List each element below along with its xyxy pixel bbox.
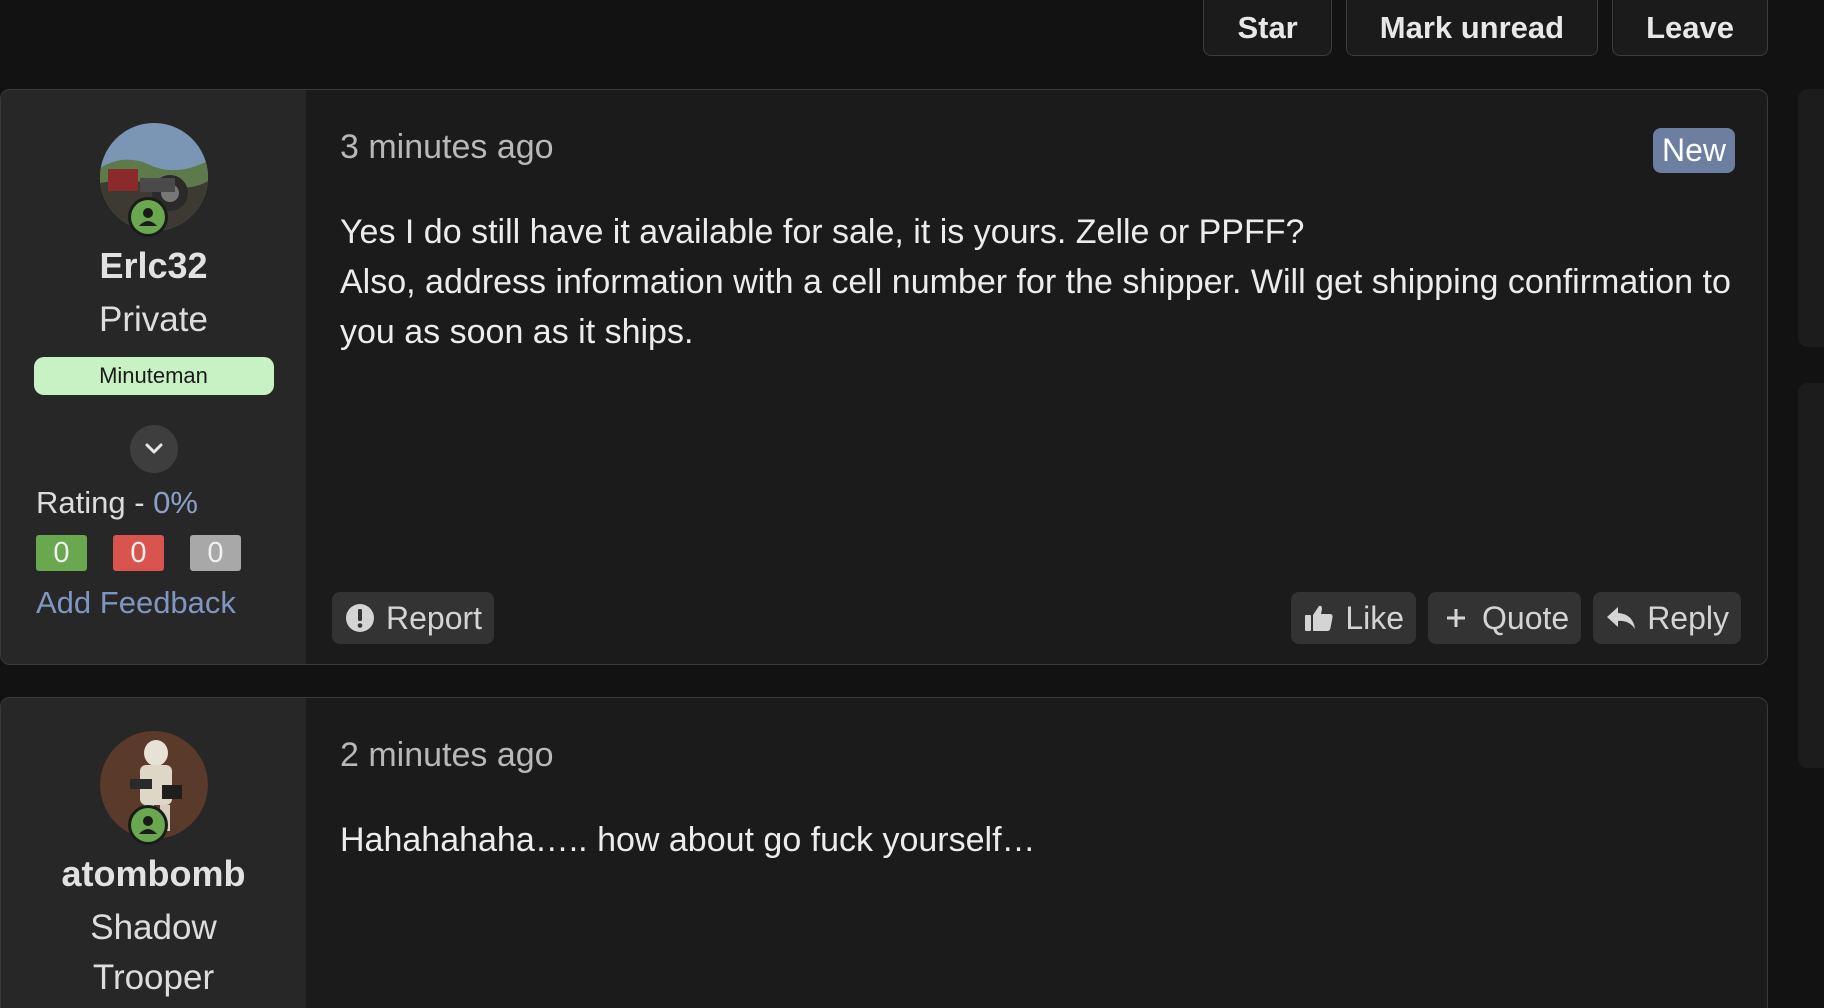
negative-feedback-count[interactable]: 0	[113, 535, 164, 571]
avatar-wrapper	[99, 731, 208, 845]
reply-button[interactable]: Reply	[1593, 592, 1741, 644]
side-panel-edge	[1798, 383, 1824, 768]
post: atombomb Shadow Trooper 2 minutes ago Ha…	[0, 697, 1768, 1008]
user-title: Private	[99, 300, 208, 339]
post: Erlc32 Private Minuteman Rating - 0% 0 0…	[0, 89, 1768, 665]
post-actions-right: Like Quote Reply	[1291, 592, 1741, 644]
expand-user-info-button[interactable]	[129, 425, 178, 473]
post-actions: Report Like Quote Reply	[332, 592, 1741, 644]
chevron-down-icon	[145, 443, 162, 454]
rating-label: Rating -	[36, 485, 154, 520]
post-timestamp[interactable]: 3 minutes ago	[340, 128, 1733, 167]
user-info: Erlc32 Private Minuteman Rating - 0% 0 0…	[1, 90, 306, 664]
star-button[interactable]: Star	[1203, 0, 1332, 56]
side-panel-edge	[1798, 89, 1824, 347]
post-body: Yes I do still have it available for sal…	[340, 207, 1733, 357]
reply-arrow-icon	[1607, 607, 1636, 629]
like-label: Like	[1345, 599, 1405, 636]
rating-block: Rating - 0% 0 0 0 Add Feedback	[36, 485, 241, 621]
report-button[interactable]: Report	[332, 592, 495, 644]
add-feedback-link[interactable]: Add Feedback	[36, 585, 241, 621]
post-body-line: Hahahahaha….. how about go fuck yourself…	[340, 821, 1036, 859]
mark-unread-button[interactable]: Mark unread	[1345, 0, 1599, 56]
user-online-icon	[127, 197, 168, 237]
rating-value: 0%	[153, 485, 198, 520]
user-info: atombomb Shadow Trooper	[1, 698, 306, 1008]
quote-label: Quote	[1482, 599, 1570, 636]
post-timestamp[interactable]: 2 minutes ago	[340, 736, 1733, 775]
report-label: Report	[386, 599, 483, 636]
thumbs-up-icon	[1305, 605, 1333, 631]
post-body-line: Yes I do still have it available for sal…	[340, 213, 1305, 251]
post-body: Hahahahaha….. how about go fuck yourself…	[340, 815, 1733, 865]
feedback-counts: 0 0 0	[36, 535, 241, 571]
plus-icon	[1447, 609, 1466, 627]
post-body-line: Also, address information with a cell nu…	[340, 263, 1731, 351]
positive-feedback-count[interactable]: 0	[36, 535, 87, 571]
quote-button[interactable]: Quote	[1428, 592, 1582, 644]
username[interactable]: Erlc32	[99, 245, 207, 287]
user-title-line: Shadow	[90, 908, 217, 947]
user-title: Shadow Trooper	[90, 903, 216, 1003]
neutral-feedback-count[interactable]: 0	[190, 535, 241, 571]
post-content: 3 minutes ago New Yes I do still have it…	[306, 90, 1767, 664]
rank-badge: Minuteman	[33, 357, 274, 395]
user-online-icon	[127, 805, 168, 845]
post-content: 2 minutes ago Hahahahaha….. how about go…	[306, 698, 1767, 1008]
exclamation-icon	[346, 604, 374, 632]
user-title-line: Trooper	[92, 958, 215, 997]
avatar-wrapper	[99, 123, 208, 237]
reply-label: Reply	[1647, 599, 1729, 636]
leave-button[interactable]: Leave	[1612, 0, 1768, 56]
username[interactable]: atombomb	[62, 853, 246, 895]
thread-actions: Star Mark unread Leave	[1203, 0, 1768, 56]
like-button[interactable]: Like	[1291, 592, 1417, 644]
new-badge: New	[1652, 128, 1735, 173]
rating-line: Rating - 0%	[36, 485, 241, 521]
